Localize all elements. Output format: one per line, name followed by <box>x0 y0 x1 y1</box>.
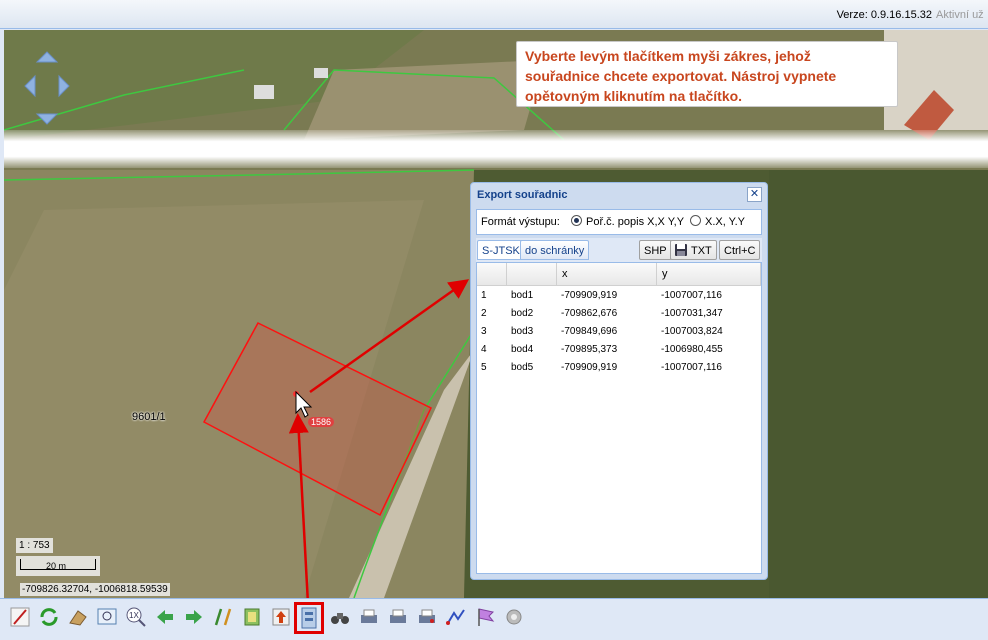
coordinates-grid: x y 1 bod1 -709909,919 -1007007,116 2 bo… <box>476 262 762 574</box>
flag-icon[interactable] <box>473 605 497 629</box>
row-y: -1007007,116 <box>661 290 722 301</box>
point-label: 1586 <box>308 417 335 427</box>
bottom-toolbar: 1X <box>0 598 988 640</box>
print-icon[interactable] <box>357 605 381 629</box>
shp-button[interactable]: SHP <box>639 240 672 260</box>
import-icon[interactable] <box>269 605 293 629</box>
dialog-title: Export souřadnic <box>477 189 568 201</box>
scale-bar-label: 20 m <box>46 561 67 571</box>
row-x: -709849,696 <box>561 326 618 337</box>
copy-button[interactable]: Ctrl+C <box>719 240 761 260</box>
table-row[interactable]: 2 bod2 -709862,676 -1007031,347 <box>477 305 761 323</box>
txt-button-label: TXT <box>691 245 712 257</box>
settings-icon[interactable] <box>502 605 526 629</box>
print-map-icon[interactable] <box>415 605 439 629</box>
table-row[interactable]: 4 bod4 -709895,373 -1006980,455 <box>477 341 761 359</box>
row-index: 5 <box>481 362 487 373</box>
txt-button[interactable]: TXT <box>670 240 717 260</box>
format-radio-2[interactable] <box>690 215 701 226</box>
zoom-1x-icon[interactable]: 1X <box>124 605 148 629</box>
row-x: -709895,373 <box>561 344 618 355</box>
export-coords-icon <box>301 607 317 629</box>
row-name: bod2 <box>511 308 534 319</box>
export-coordinates-dialog: Export souřadnic ✕ Formát výstupu: Poř.č… <box>470 182 768 580</box>
measure-icon[interactable] <box>211 605 235 629</box>
row-name: bod3 <box>511 326 534 337</box>
pan-right-icon <box>58 74 70 98</box>
refresh-icon[interactable] <box>37 605 61 629</box>
clear-icon[interactable] <box>66 605 90 629</box>
table-row[interactable]: 5 bod5 -709909,919 -1007007,116 <box>477 359 761 377</box>
pan-control[interactable] <box>22 48 72 128</box>
col-header-name <box>507 263 557 285</box>
table-row[interactable]: 1 bod1 -709909,919 -1007007,116 <box>477 287 761 305</box>
row-index: 2 <box>481 308 487 319</box>
tab-sjtsk[interactable]: S-JTSK <box>477 240 525 260</box>
save-icon <box>675 244 687 256</box>
pan-down-icon <box>35 113 59 125</box>
row-y: -1007007,116 <box>661 362 722 373</box>
svg-text:1X: 1X <box>129 611 139 620</box>
row-name: bod4 <box>511 344 534 355</box>
back-icon[interactable] <box>153 605 177 629</box>
zoom-window-icon[interactable] <box>95 605 119 629</box>
table-row[interactable]: 3 bod3 -709849,696 -1007003,824 <box>477 323 761 341</box>
row-x: -709909,919 <box>561 362 618 373</box>
format-option-1-label[interactable]: Poř.č. popis X,X Y,Y <box>586 216 684 228</box>
row-y: -1007003,824 <box>661 326 723 337</box>
instruction-tooltip: Vyberte levým tlačítkem myši zákres, jeh… <box>516 41 898 107</box>
row-index: 3 <box>481 326 487 337</box>
row-name: bod1 <box>511 290 534 301</box>
col-header-x[interactable]: x <box>557 263 657 285</box>
fade-band <box>4 130 988 168</box>
format-option-2-label[interactable]: X.X, Y.Y <box>705 216 745 228</box>
parcel-label: 9601/1 <box>132 411 166 423</box>
dialog-tabbar: S-JTSK do schránky SHP TXT Ctrl+C <box>476 238 762 262</box>
tab-clipboard[interactable]: do schránky <box>520 240 590 260</box>
row-y: -1007031,347 <box>661 308 723 319</box>
close-icon[interactable]: ✕ <box>747 187 762 202</box>
pan-up-icon <box>35 51 59 63</box>
scale-ratio: 1 : 753 <box>16 538 53 553</box>
draw-icon[interactable] <box>8 605 32 629</box>
top-bar: Verze: 0.9.16.15.32 Aktivní už <box>0 0 988 29</box>
row-index: 1 <box>481 290 487 301</box>
version-label: Verze: 0.9.16.15.32 <box>836 9 932 21</box>
col-header-y[interactable]: y <box>657 263 761 285</box>
route-icon[interactable] <box>444 605 468 629</box>
print-area-icon[interactable] <box>386 605 410 629</box>
row-name: bod5 <box>511 362 534 373</box>
row-x: -709909,919 <box>561 290 618 301</box>
format-panel: Formát výstupu: Poř.č. popis X,X Y,Y X.X… <box>476 209 762 235</box>
grid-header: x y <box>477 263 761 286</box>
format-label: Formát výstupu: <box>481 216 560 228</box>
layers-icon[interactable] <box>240 605 264 629</box>
format-radio-1[interactable] <box>571 215 582 226</box>
binoculars-icon[interactable] <box>328 605 352 629</box>
pan-left-icon <box>24 74 36 98</box>
row-y: -1006980,455 <box>661 344 723 355</box>
active-user-label: Aktivní už <box>936 9 984 21</box>
row-x: -709862,676 <box>561 308 618 319</box>
export-coords-button[interactable] <box>294 602 324 634</box>
cursor-coordinates: -709826.32704, -1006818.59539 <box>20 583 170 596</box>
forward-icon[interactable] <box>182 605 206 629</box>
row-index: 4 <box>481 344 487 355</box>
scale-bar: 20 m <box>16 556 100 576</box>
col-header-index <box>477 263 507 285</box>
